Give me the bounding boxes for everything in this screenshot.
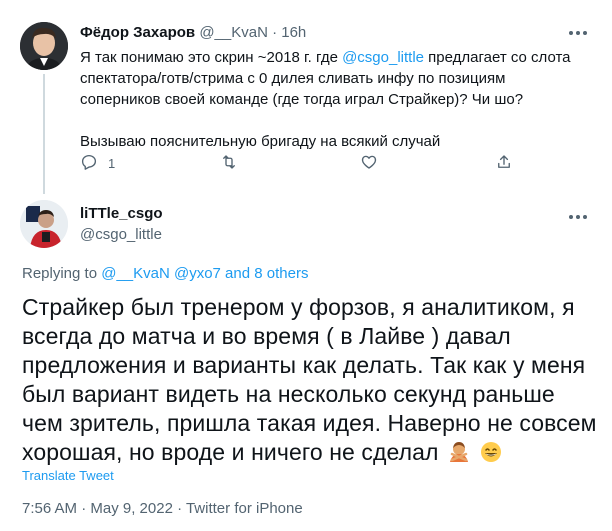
like-button[interactable] (360, 153, 388, 174)
replying-targets-link[interactable]: @__KvaN @yxo7 and 8 others (101, 265, 308, 282)
reply-tweet-text: Я так понимаю это скрин ~2018 г. где @cs… (80, 47, 580, 152)
author-handle[interactable]: @csgo_little (80, 226, 162, 243)
author-avatar[interactable] (20, 22, 68, 70)
replying-prefix: Replying to (22, 265, 102, 282)
tweet-text-line: Вызываю пояснительную бригаду на всякий … (80, 133, 441, 150)
replying-to: Replying to @__KvaN @yxo7 and 8 others (22, 265, 308, 282)
like-icon (360, 153, 378, 174)
author-name[interactable]: Фёдор Захаров (80, 24, 195, 41)
retweet-button[interactable] (220, 153, 248, 174)
tweet-text: Страйкер был тренером у форзов, я аналит… (22, 294, 597, 465)
mention-link[interactable]: @csgo_little (342, 49, 424, 66)
tweet-time[interactable]: 16h (281, 24, 306, 41)
author-handle[interactable]: @__KvaN (199, 24, 268, 41)
tweet-text-part: Я так понимаю это скрин ~2018 г. где (80, 49, 343, 66)
main-tweet-text: Страйкер был тренером у форзов, я аналит… (22, 293, 597, 467)
tweet-timestamp[interactable]: 7:56 AM · May 9, 2022 · Twitter for iPho… (22, 500, 303, 517)
reply-count: 1 (108, 156, 116, 171)
more-icon[interactable] (568, 20, 588, 41)
share-button[interactable] (495, 153, 513, 174)
more-icon[interactable] (568, 204, 588, 225)
author-avatar[interactable] (20, 200, 68, 248)
person-gesturing-no-emoji (448, 441, 470, 463)
action-bar: 1 (80, 153, 580, 177)
reply-button[interactable]: 1 (80, 153, 115, 174)
author-name[interactable]: liTTle_csgo (80, 205, 163, 222)
retweet-icon (220, 153, 238, 174)
thread-line (43, 74, 45, 194)
separator: · (272, 24, 278, 41)
reply-tweet-header: Фёдор Захаров @__KvaN · 16h (80, 23, 306, 43)
reply-icon (80, 153, 98, 174)
grinning-face-emoji (480, 441, 502, 463)
translate-tweet-link[interactable]: Translate Tweet (22, 468, 114, 483)
share-icon (495, 153, 513, 174)
